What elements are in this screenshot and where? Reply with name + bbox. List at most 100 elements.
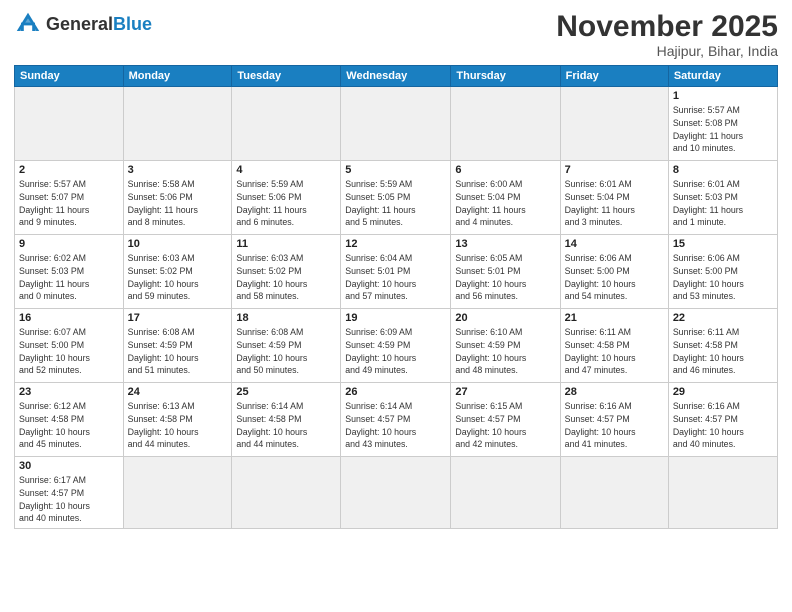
calendar-page: GeneralBlue November 2025 Hajipur, Bihar… [0, 0, 792, 612]
calendar-cell [451, 87, 560, 161]
day-info: Sunrise: 6:06 AM Sunset: 5:00 PM Dayligh… [565, 252, 664, 303]
calendar-cell: 28 Sunrise: 6:16 AM Sunset: 4:57 PM Dayli… [560, 383, 668, 457]
calendar-cell: 20Sunrise: 6:10 AM Sunset: 4:59 PM Dayli… [451, 309, 560, 383]
calendar-cell [15, 87, 124, 161]
calendar-cell: 11 Sunrise: 6:03 AM Sunset: 5:02 PM Dayli… [232, 235, 341, 309]
calendar-cell: 29Sunrise: 6:16 AM Sunset: 4:57 PM Dayli… [668, 383, 777, 457]
day-header-friday: Friday [560, 66, 668, 87]
calendar-cell [668, 457, 777, 529]
day-header-sunday: Sunday [15, 66, 124, 87]
calendar-cell: 8Sunrise: 6:01 AM Sunset: 5:03 PM Daylig… [668, 161, 777, 235]
calendar-cell: 25 Sunrise: 6:14 AM Sunset: 4:58 PM Dayli… [232, 383, 341, 457]
calendar-cell [232, 457, 341, 529]
calendar-week-3: 9 Sunrise: 6:02 AM Sunset: 5:03 PM Daylig… [15, 235, 778, 309]
logo: GeneralBlue [14, 10, 152, 38]
calendar-cell: 30 Sunrise: 6:17 AM Sunset: 4:57 PM Dayli… [15, 457, 124, 529]
day-info: Sunrise: 6:17 AM Sunset: 4:57 PM Dayligh… [19, 474, 119, 525]
day-info: Sunrise: 6:01 AM Sunset: 5:03 PM Dayligh… [673, 178, 773, 229]
day-info: Sunrise: 6:11 AM Sunset: 4:58 PM Dayligh… [673, 326, 773, 377]
day-info: Sunrise: 6:03 AM Sunset: 5:02 PM Dayligh… [236, 252, 336, 303]
day-number: 14 [565, 238, 664, 250]
day-number: 3 [128, 164, 228, 176]
calendar-week-6: 30 Sunrise: 6:17 AM Sunset: 4:57 PM Dayli… [15, 457, 778, 529]
calendar-cell [560, 457, 668, 529]
day-info: Sunrise: 5:57 AM Sunset: 5:07 PM Dayligh… [19, 178, 119, 229]
day-number: 1 [673, 90, 773, 102]
calendar-cell: 1Sunrise: 5:57 AM Sunset: 5:08 PM Daylig… [668, 87, 777, 161]
calendar-cell [451, 457, 560, 529]
calendar-cell: 21 Sunrise: 6:11 AM Sunset: 4:58 PM Dayli… [560, 309, 668, 383]
calendar-table: SundayMondayTuesdayWednesdayThursdayFrid… [14, 65, 778, 529]
calendar-week-4: 16Sunrise: 6:07 AM Sunset: 5:00 PM Dayli… [15, 309, 778, 383]
calendar-cell: 17Sunrise: 6:08 AM Sunset: 4:59 PM Dayli… [123, 309, 232, 383]
calendar-week-5: 23 Sunrise: 6:12 AM Sunset: 4:58 PM Dayli… [15, 383, 778, 457]
day-header-saturday: Saturday [668, 66, 777, 87]
day-info: Sunrise: 6:06 AM Sunset: 5:00 PM Dayligh… [673, 252, 773, 303]
calendar-cell: 2 Sunrise: 5:57 AM Sunset: 5:07 PM Daylig… [15, 161, 124, 235]
day-number: 21 [565, 312, 664, 324]
day-info: Sunrise: 6:14 AM Sunset: 4:58 PM Dayligh… [236, 400, 336, 451]
day-info: Sunrise: 6:04 AM Sunset: 5:01 PM Dayligh… [345, 252, 446, 303]
day-info: Sunrise: 6:02 AM Sunset: 5:03 PM Dayligh… [19, 252, 119, 303]
day-number: 13 [455, 238, 555, 250]
calendar-cell: 15 Sunrise: 6:06 AM Sunset: 5:00 PM Dayli… [668, 235, 777, 309]
day-info: Sunrise: 6:05 AM Sunset: 5:01 PM Dayligh… [455, 252, 555, 303]
day-number: 9 [19, 238, 119, 250]
day-info: Sunrise: 6:10 AM Sunset: 4:59 PM Dayligh… [455, 326, 555, 377]
day-number: 12 [345, 238, 446, 250]
month-title: November 2025 [556, 10, 778, 43]
day-number: 18 [236, 312, 336, 324]
day-info: Sunrise: 5:59 AM Sunset: 5:06 PM Dayligh… [236, 178, 336, 229]
day-number: 30 [19, 460, 119, 472]
day-number: 6 [455, 164, 555, 176]
day-number: 15 [673, 238, 773, 250]
day-info: Sunrise: 6:13 AM Sunset: 4:58 PM Dayligh… [128, 400, 228, 451]
day-info: Sunrise: 6:15 AM Sunset: 4:57 PM Dayligh… [455, 400, 555, 451]
day-number: 10 [128, 238, 228, 250]
location: Hajipur, Bihar, India [556, 43, 778, 59]
day-info: Sunrise: 6:11 AM Sunset: 4:58 PM Dayligh… [565, 326, 664, 377]
day-header-monday: Monday [123, 66, 232, 87]
calendar-cell: 22 Sunrise: 6:11 AM Sunset: 4:58 PM Dayli… [668, 309, 777, 383]
day-info: Sunrise: 6:16 AM Sunset: 4:57 PM Dayligh… [565, 400, 664, 451]
day-info: Sunrise: 6:12 AM Sunset: 4:58 PM Dayligh… [19, 400, 119, 451]
day-number: 23 [19, 386, 119, 398]
day-number: 28 [565, 386, 664, 398]
day-number: 29 [673, 386, 773, 398]
calendar-cell: 4 Sunrise: 5:59 AM Sunset: 5:06 PM Daylig… [232, 161, 341, 235]
day-number: 2 [19, 164, 119, 176]
calendar-cell: 13 Sunrise: 6:05 AM Sunset: 5:01 PM Dayli… [451, 235, 560, 309]
calendar-cell: 12 Sunrise: 6:04 AM Sunset: 5:01 PM Dayli… [341, 235, 451, 309]
calendar-cell: 9 Sunrise: 6:02 AM Sunset: 5:03 PM Daylig… [15, 235, 124, 309]
calendar-cell [232, 87, 341, 161]
calendar-week-1: 1Sunrise: 5:57 AM Sunset: 5:08 PM Daylig… [15, 87, 778, 161]
title-block: November 2025 Hajipur, Bihar, India [556, 10, 778, 59]
day-number: 4 [236, 164, 336, 176]
day-header-tuesday: Tuesday [232, 66, 341, 87]
calendar-cell: 14 Sunrise: 6:06 AM Sunset: 5:00 PM Dayli… [560, 235, 668, 309]
day-info: Sunrise: 6:14 AM Sunset: 4:57 PM Dayligh… [345, 400, 446, 451]
day-info: Sunrise: 6:01 AM Sunset: 5:04 PM Dayligh… [565, 178, 664, 229]
calendar-cell: 3Sunrise: 5:58 AM Sunset: 5:06 PM Daylig… [123, 161, 232, 235]
day-number: 26 [345, 386, 446, 398]
day-number: 7 [565, 164, 664, 176]
calendar-cell: 18Sunrise: 6:08 AM Sunset: 4:59 PM Dayli… [232, 309, 341, 383]
calendar-cell: 5Sunrise: 5:59 AM Sunset: 5:05 PM Daylig… [341, 161, 451, 235]
day-header-thursday: Thursday [451, 66, 560, 87]
calendar-cell [123, 87, 232, 161]
calendar-cell: 27Sunrise: 6:15 AM Sunset: 4:57 PM Dayli… [451, 383, 560, 457]
calendar-cell: 6Sunrise: 6:00 AM Sunset: 5:04 PM Daylig… [451, 161, 560, 235]
day-number: 25 [236, 386, 336, 398]
day-number: 19 [345, 312, 446, 324]
calendar-header-row: SundayMondayTuesdayWednesdayThursdayFrid… [15, 66, 778, 87]
day-number: 5 [345, 164, 446, 176]
logo-icon [14, 10, 42, 38]
day-info: Sunrise: 6:09 AM Sunset: 4:59 PM Dayligh… [345, 326, 446, 377]
day-number: 22 [673, 312, 773, 324]
calendar-cell [560, 87, 668, 161]
calendar-cell: 7 Sunrise: 6:01 AM Sunset: 5:04 PM Daylig… [560, 161, 668, 235]
logo-text: GeneralBlue [46, 14, 152, 35]
calendar-cell [341, 457, 451, 529]
day-number: 24 [128, 386, 228, 398]
day-number: 11 [236, 238, 336, 250]
